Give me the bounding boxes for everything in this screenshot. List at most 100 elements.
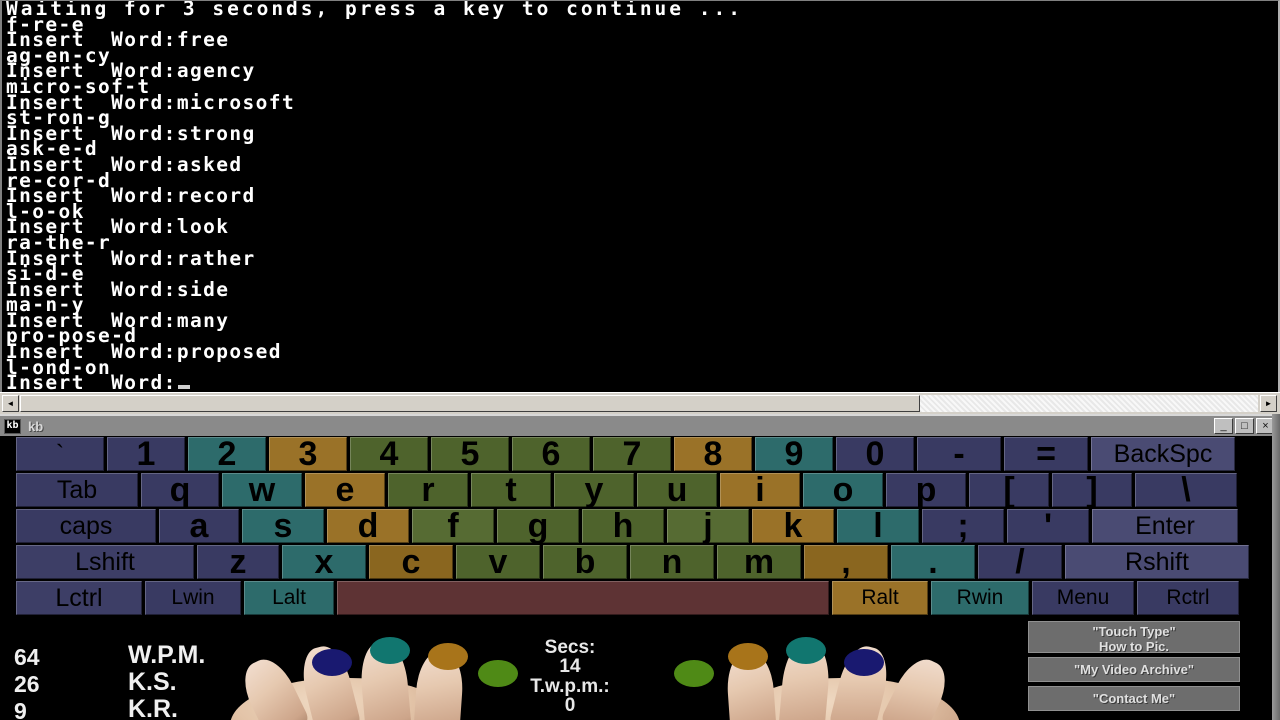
- key-label: o: [832, 470, 854, 509]
- key-sym0-11[interactable]: -: [917, 434, 1001, 473]
- key-w[interactable]: w: [222, 471, 302, 509]
- stat-value-ks: 26: [14, 671, 40, 697]
- key-p[interactable]: p: [886, 470, 966, 509]
- key-5[interactable]: 5: [431, 434, 509, 473]
- key-4[interactable]: 4: [350, 435, 428, 473]
- key-label: -: [953, 434, 965, 473]
- key-lwin[interactable]: Lwin: [145, 581, 241, 615]
- key-sym3-9[interactable]: .: [891, 543, 975, 581]
- key-3[interactable]: 3: [269, 434, 347, 473]
- key-q[interactable]: q: [141, 471, 219, 509]
- key-k[interactable]: k: [752, 507, 834, 545]
- key-sym1-11[interactable]: [: [969, 471, 1049, 509]
- key-label: u: [666, 470, 688, 509]
- key-j[interactable]: j: [667, 507, 749, 545]
- scroll-right-arrow-icon[interactable]: ►: [1260, 395, 1277, 412]
- key-lshift[interactable]: Lshift: [16, 545, 194, 579]
- key-label: c: [401, 542, 421, 581]
- key-g[interactable]: g: [497, 507, 579, 545]
- key-label: d: [357, 506, 379, 545]
- key-sym0-12[interactable]: =: [1004, 435, 1088, 473]
- key-n[interactable]: n: [630, 543, 714, 581]
- key-tab[interactable]: Tab: [16, 473, 138, 507]
- key-b[interactable]: b: [543, 543, 627, 581]
- key-enter[interactable]: Enter: [1092, 509, 1238, 543]
- key-y[interactable]: y: [554, 471, 634, 509]
- scrollbar-thumb[interactable]: [20, 395, 920, 412]
- key-rshift[interactable]: Rshift: [1065, 545, 1249, 579]
- key-e[interactable]: e: [305, 471, 385, 509]
- terminal-line: Insert Word:proposed: [6, 340, 282, 364]
- key-caps[interactable]: caps: [16, 509, 156, 543]
- key-l[interactable]: l: [837, 507, 919, 545]
- key-i[interactable]: i: [720, 471, 800, 509]
- minimize-button[interactable]: _: [1214, 418, 1233, 434]
- key-sym2-10[interactable]: ;: [922, 507, 1004, 545]
- key-0[interactable]: 0: [836, 435, 914, 473]
- key-label: Rshift: [1125, 547, 1189, 576]
- key-label: t: [505, 470, 517, 509]
- terminal-horizontal-scrollbar[interactable]: ◄ ►: [0, 392, 1280, 414]
- stat-label-ks: K.S.: [128, 668, 177, 696]
- contact-me-label: "Contact Me": [1092, 691, 1176, 706]
- key-t[interactable]: t: [471, 470, 551, 509]
- keyboard-row: Tab q w e r t y u i o p [] \: [0, 470, 1280, 509]
- terminal-output[interactable]: Waiting for 3 seconds, press a key to co…: [6, 1, 1276, 392]
- key-s[interactable]: s: [242, 507, 324, 545]
- window-controls: _ □ ×: [1214, 418, 1275, 434]
- key-9[interactable]: 9: [755, 435, 833, 473]
- key-z[interactable]: z: [197, 542, 279, 581]
- kb-window-title: kb: [28, 418, 44, 434]
- key-label: 5: [460, 434, 480, 473]
- kb-titlebar[interactable]: kb kb _ □ ×: [0, 414, 1280, 436]
- key-v[interactable]: v: [456, 543, 540, 581]
- key-label: z: [229, 542, 247, 581]
- key-rctrl[interactable]: Rctrl: [1137, 581, 1239, 615]
- key-d[interactable]: d: [327, 506, 409, 545]
- key-x[interactable]: x: [282, 543, 366, 581]
- key-label: p: [915, 470, 937, 509]
- my-video-archive-button[interactable]: "My Video Archive": [1028, 657, 1240, 682]
- key-sym2-11[interactable]: ': [1007, 506, 1089, 545]
- terminal-line: Insert Word:: [6, 373, 1276, 392]
- key-sym1-12[interactable]: ]: [1052, 471, 1132, 509]
- key-a[interactable]: a: [159, 507, 239, 545]
- key-lalt[interactable]: Lalt: [244, 581, 334, 615]
- scroll-left-arrow-icon[interactable]: ◄: [2, 395, 19, 412]
- key-sym1-13[interactable]: \: [1135, 471, 1237, 509]
- key-2[interactable]: 2: [188, 435, 266, 473]
- key-label: 7: [622, 434, 642, 473]
- key-f[interactable]: f: [412, 506, 494, 545]
- key-8[interactable]: 8: [674, 435, 752, 473]
- key-sym3-8[interactable]: ,: [804, 543, 888, 581]
- key-space[interactable]: [337, 581, 829, 615]
- terminal-line: Insert Word:rather: [6, 246, 256, 270]
- key-1[interactable]: 1: [107, 435, 185, 473]
- key-r[interactable]: r: [388, 471, 468, 509]
- touch-type-how-to-button[interactable]: "Touch Type" How to Pic.: [1028, 621, 1240, 654]
- key-lctrl[interactable]: Lctrl: [16, 581, 142, 615]
- key-ralt[interactable]: Ralt: [832, 581, 928, 615]
- key-u[interactable]: u: [637, 470, 717, 509]
- fingertip-ring-right: [786, 637, 826, 664]
- key-7[interactable]: 7: [593, 434, 671, 473]
- key-label: ': [1043, 506, 1053, 545]
- fingertip-middle-right: [728, 643, 768, 670]
- scrollbar-track[interactable]: [20, 395, 1258, 412]
- contact-me-button[interactable]: "Contact Me": [1028, 686, 1240, 711]
- key-backspc[interactable]: BackSpc: [1091, 437, 1235, 471]
- key-m[interactable]: m: [717, 543, 801, 581]
- key-label: f: [447, 506, 459, 545]
- key-6[interactable]: 6: [512, 435, 590, 473]
- key-label: 3: [298, 434, 318, 473]
- keyboard-row: Lctrl Lwin Lalt Ralt Rwin Menu Rctrl: [0, 580, 1280, 616]
- key-h[interactable]: h: [582, 507, 664, 545]
- key-sym3-10[interactable]: /: [978, 543, 1062, 581]
- fingertip-pinky-left: [312, 649, 352, 676]
- key-c[interactable]: c: [369, 542, 453, 581]
- key-sym0-0[interactable]: `: [16, 437, 104, 471]
- key-o[interactable]: o: [803, 470, 883, 509]
- key-rwin[interactable]: Rwin: [931, 581, 1029, 615]
- key-menu[interactable]: Menu: [1032, 581, 1134, 615]
- maximize-button[interactable]: □: [1235, 418, 1254, 434]
